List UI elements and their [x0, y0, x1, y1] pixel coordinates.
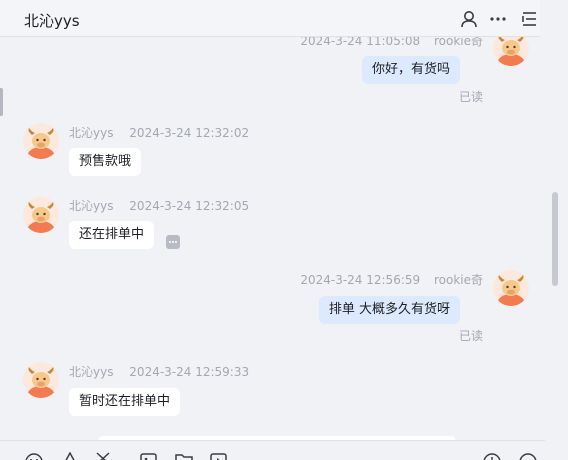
- scrollbar[interactable]: [552, 36, 558, 436]
- message-time: 2024-3-24 12:59:33: [129, 365, 250, 379]
- chat-header: 北沁yys: [0, 0, 540, 37]
- message-bubble[interactable]: 你好，有货吗: [361, 56, 460, 84]
- message-meta: 北沁yys 2024-3-24 12:59:33: [69, 363, 249, 380]
- scissors-icon[interactable]: [94, 452, 114, 460]
- message-more-icon[interactable]: [166, 235, 180, 249]
- message-sender: 北沁yys: [69, 126, 114, 140]
- avatar[interactable]: [23, 123, 59, 159]
- emoji-icon[interactable]: [24, 452, 44, 460]
- message-bubble[interactable]: 预售款哦: [69, 148, 142, 176]
- chat-window: 2024-3-24 11:05:08 rookie奇 你好，有货吗 已读 北沁y…: [0, 0, 568, 460]
- message-sender: 北沁yys: [69, 199, 114, 213]
- cow-avatar-icon: [493, 270, 529, 306]
- message-sender: 北沁yys: [69, 365, 114, 379]
- cow-avatar-icon: [23, 123, 59, 159]
- message-bubble[interactable]: 暂时还在排单中: [69, 388, 181, 416]
- message-meta: 北沁yys 2024-3-24 12:32:05: [69, 197, 249, 214]
- history-icon[interactable]: [518, 452, 538, 460]
- list-icon[interactable]: [520, 10, 538, 28]
- composer-toolbar: [0, 440, 545, 460]
- chat-title: 北沁yys: [24, 12, 80, 30]
- avatar[interactable]: [23, 197, 59, 233]
- image-icon[interactable]: [139, 452, 159, 460]
- avatar[interactable]: [493, 270, 529, 306]
- more-icon[interactable]: [489, 10, 507, 28]
- message-sender: rookie奇: [433, 273, 483, 287]
- message-time: 2024-3-24 12:56:59: [300, 273, 421, 287]
- folder-icon[interactable]: [174, 452, 194, 460]
- read-status: 已读: [459, 90, 484, 104]
- cow-avatar-icon: [23, 362, 59, 398]
- message-bubble[interactable]: 排单 大概多久有货呀: [318, 296, 460, 324]
- message-meta: 2024-3-24 12:56:59 rookie奇: [300, 271, 483, 288]
- cow-avatar-icon: [23, 197, 59, 233]
- add-icon[interactable]: [482, 452, 502, 460]
- message-list[interactable]: 2024-3-24 11:05:08 rookie奇 你好，有货吗 已读 北沁y…: [0, 0, 545, 440]
- message-time: 2024-3-24 12:32:05: [129, 199, 250, 213]
- avatar[interactable]: [23, 362, 59, 398]
- read-status: 已读: [459, 329, 484, 343]
- message-bubble[interactable]: 还在排单中: [69, 221, 155, 249]
- font-icon[interactable]: [60, 452, 80, 460]
- message-meta: 北沁yys 2024-3-24 12:32:02: [69, 124, 249, 141]
- scrollbar-thumb[interactable]: [552, 192, 558, 286]
- screen-icon[interactable]: [209, 452, 229, 460]
- sidebar-resize-handle[interactable]: [0, 88, 3, 116]
- message-time: 2024-3-24 12:32:02: [129, 126, 250, 140]
- user-icon[interactable]: [460, 10, 478, 28]
